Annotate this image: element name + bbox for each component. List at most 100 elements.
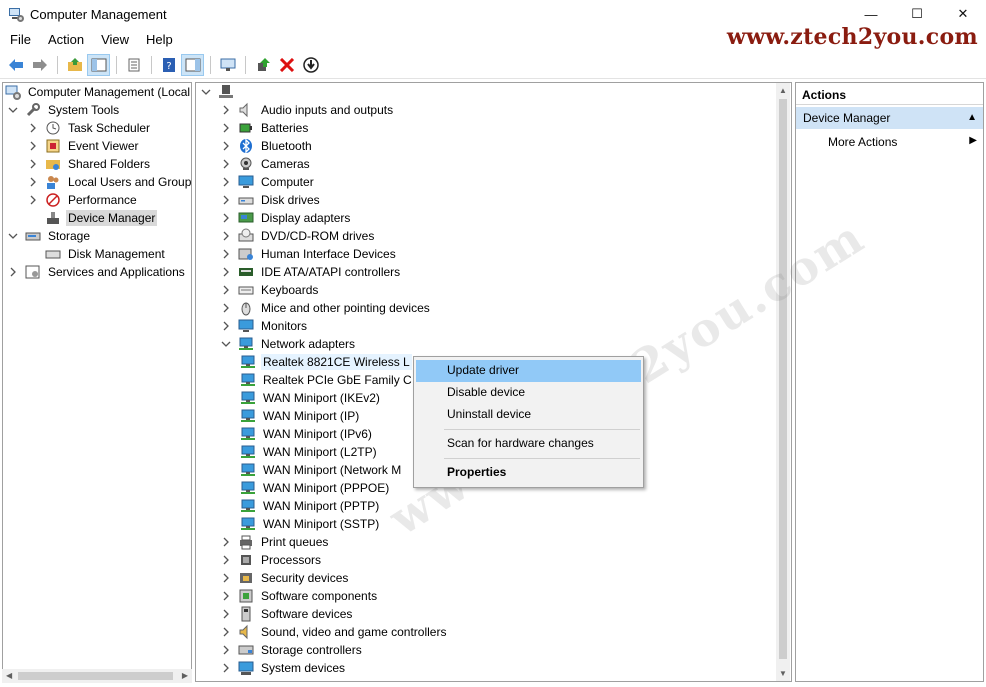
network-adapter-item[interactable]: WAN Miniport (IKEv2)	[240, 389, 382, 407]
device-category[interactable]: Security devices	[220, 569, 350, 587]
device-category[interactable]: Sound, video and game controllers	[220, 623, 448, 641]
show-hide-action-pane-icon[interactable]	[181, 53, 204, 76]
menu-help[interactable]: Help	[139, 32, 180, 47]
collapse-arrow-icon[interactable]: ▲	[967, 112, 977, 123]
device-category[interactable]: Computer	[220, 173, 316, 191]
expand-chevron-icon[interactable]	[220, 230, 232, 242]
expand-chevron-icon[interactable]	[220, 158, 232, 170]
menu-action[interactable]: Action	[41, 32, 91, 47]
console-tree-item[interactable]: Storage	[7, 227, 92, 245]
expand-chevron-icon[interactable]	[7, 266, 19, 278]
device-vertical-scrollbar[interactable]: ▲ ▼	[776, 83, 790, 681]
disable-device-menu-item[interactable]: Disable device	[416, 382, 641, 404]
expand-chevron-icon[interactable]	[220, 554, 232, 566]
expand-chevron-icon[interactable]	[220, 122, 232, 134]
network-adapter-item[interactable]: WAN Miniport (Network M	[240, 461, 403, 479]
network-adapter-item[interactable]: Realtek 8821CE Wireless L	[240, 353, 412, 371]
collapse-chevron-icon[interactable]	[200, 86, 212, 98]
collapse-chevron-icon[interactable]	[7, 230, 19, 242]
device-category[interactable]: Bluetooth	[220, 137, 314, 155]
expand-chevron-icon[interactable]	[220, 590, 232, 602]
expand-chevron-icon[interactable]	[220, 626, 232, 638]
console-tree-item[interactable]: Performance	[27, 191, 139, 209]
device-category[interactable]: Processors	[220, 551, 323, 569]
console-tree-item[interactable]: Event Viewer	[27, 137, 140, 155]
device-category[interactable]: Monitors	[220, 317, 309, 335]
expand-chevron-icon[interactable]	[220, 284, 232, 296]
network-adapter-item[interactable]: WAN Miniport (IP)	[240, 407, 361, 425]
network-adapter-item[interactable]: WAN Miniport (SSTP)	[240, 515, 381, 533]
expand-chevron-icon[interactable]	[220, 302, 232, 314]
console-tree-item[interactable]: Local Users and Groups	[27, 173, 191, 191]
expand-chevron-icon[interactable]	[27, 140, 39, 152]
update-driver-menu-item[interactable]: Update driver	[416, 360, 641, 382]
expand-chevron-icon[interactable]	[27, 158, 39, 170]
device-category[interactable]: Batteries	[220, 119, 310, 137]
help-icon[interactable]: ?	[157, 54, 180, 76]
update-driver-icon[interactable]	[251, 54, 274, 76]
back-icon[interactable]	[4, 54, 27, 76]
properties-sheet-icon[interactable]	[122, 54, 145, 76]
device-category[interactable]: Disk drives	[220, 191, 322, 209]
device-category[interactable]: System devices	[220, 659, 347, 677]
console-tree-item[interactable]: Services and Applications	[7, 263, 187, 281]
network-adapter-item[interactable]: Realtek PCIe GbE Family C	[240, 371, 414, 389]
device-category[interactable]: Print queues	[220, 533, 330, 551]
expand-chevron-icon[interactable]	[220, 266, 232, 278]
console-tree-item[interactable]: Disk Management	[27, 245, 167, 263]
uninstall-device-menu-item[interactable]: Uninstall device	[416, 404, 641, 426]
expand-chevron-icon[interactable]	[220, 212, 232, 224]
menu-view[interactable]: View	[94, 32, 136, 47]
device-category[interactable]: IDE ATA/ATAPI controllers	[220, 263, 402, 281]
collapse-chevron-icon[interactable]	[220, 338, 232, 350]
network-adapter-item[interactable]: WAN Miniport (L2TP)	[240, 443, 379, 461]
network-adapter-item[interactable]: WAN Miniport (PPTP)	[240, 497, 381, 515]
device-category[interactable]: Software devices	[220, 605, 354, 623]
device-category[interactable]: Audio inputs and outputs	[220, 101, 395, 119]
device-category[interactable]: Mice and other pointing devices	[220, 299, 432, 317]
device-category[interactable]: Human Interface Devices	[220, 245, 398, 263]
device-tree-root[interactable]	[200, 83, 243, 101]
expand-chevron-icon[interactable]	[220, 248, 232, 260]
expand-chevron-icon[interactable]	[27, 194, 39, 206]
device-category[interactable]: Display adapters	[220, 209, 352, 227]
expand-chevron-icon[interactable]	[220, 176, 232, 188]
expand-chevron-icon[interactable]	[220, 572, 232, 584]
left-horizontal-scrollbar[interactable]: ◀ ▶	[2, 669, 192, 683]
expand-chevron-icon[interactable]	[220, 140, 232, 152]
properties-menu-item[interactable]: Properties	[416, 462, 641, 484]
more-actions-item[interactable]: More Actions ▶	[796, 131, 983, 153]
console-tree-item[interactable]: Computer Management (Local	[5, 83, 191, 101]
monitor-scan-icon[interactable]	[216, 54, 239, 76]
device-category[interactable]: Cameras	[220, 155, 312, 173]
show-hide-console-tree-icon[interactable]	[87, 53, 110, 76]
up-folder-icon[interactable]	[63, 54, 86, 76]
device-category[interactable]: DVD/CD-ROM drives	[220, 227, 376, 245]
expand-chevron-icon[interactable]	[220, 662, 232, 674]
forward-icon[interactable]	[28, 54, 51, 76]
scan-hardware-menu-item[interactable]: Scan for hardware changes	[416, 433, 641, 455]
device-category[interactable]: Storage controllers	[220, 641, 364, 659]
menu-file[interactable]: File	[3, 32, 38, 47]
expand-chevron-icon[interactable]	[220, 536, 232, 548]
download-circle-icon[interactable]	[299, 54, 322, 76]
device-category[interactable]: Keyboards	[220, 281, 320, 299]
expand-chevron-icon[interactable]	[220, 608, 232, 620]
console-tree-item[interactable]: Device Manager	[27, 209, 158, 227]
expand-chevron-icon[interactable]	[220, 644, 232, 656]
device-category[interactable]: Software components	[220, 587, 379, 605]
collapse-chevron-icon[interactable]	[7, 104, 19, 116]
network-adapter-item[interactable]: WAN Miniport (IPv6)	[240, 425, 374, 443]
console-tree-item[interactable]: Shared Folders	[27, 155, 152, 173]
expand-chevron-icon[interactable]	[220, 104, 232, 116]
actions-section-device-manager[interactable]: Device Manager ▲	[796, 107, 983, 129]
device-category-network-adapters[interactable]: Network adapters	[220, 335, 357, 353]
console-tree-item[interactable]: System Tools	[7, 101, 121, 119]
console-tree-item[interactable]: Task Scheduler	[27, 119, 152, 137]
expand-chevron-icon[interactable]	[27, 122, 39, 134]
network-adapter-item[interactable]: WAN Miniport (PPPOE)	[240, 479, 391, 497]
expand-chevron-icon[interactable]	[220, 320, 232, 332]
expand-chevron-icon[interactable]	[220, 194, 232, 206]
expand-chevron-icon[interactable]	[27, 176, 39, 188]
uninstall-x-icon[interactable]	[275, 54, 298, 76]
